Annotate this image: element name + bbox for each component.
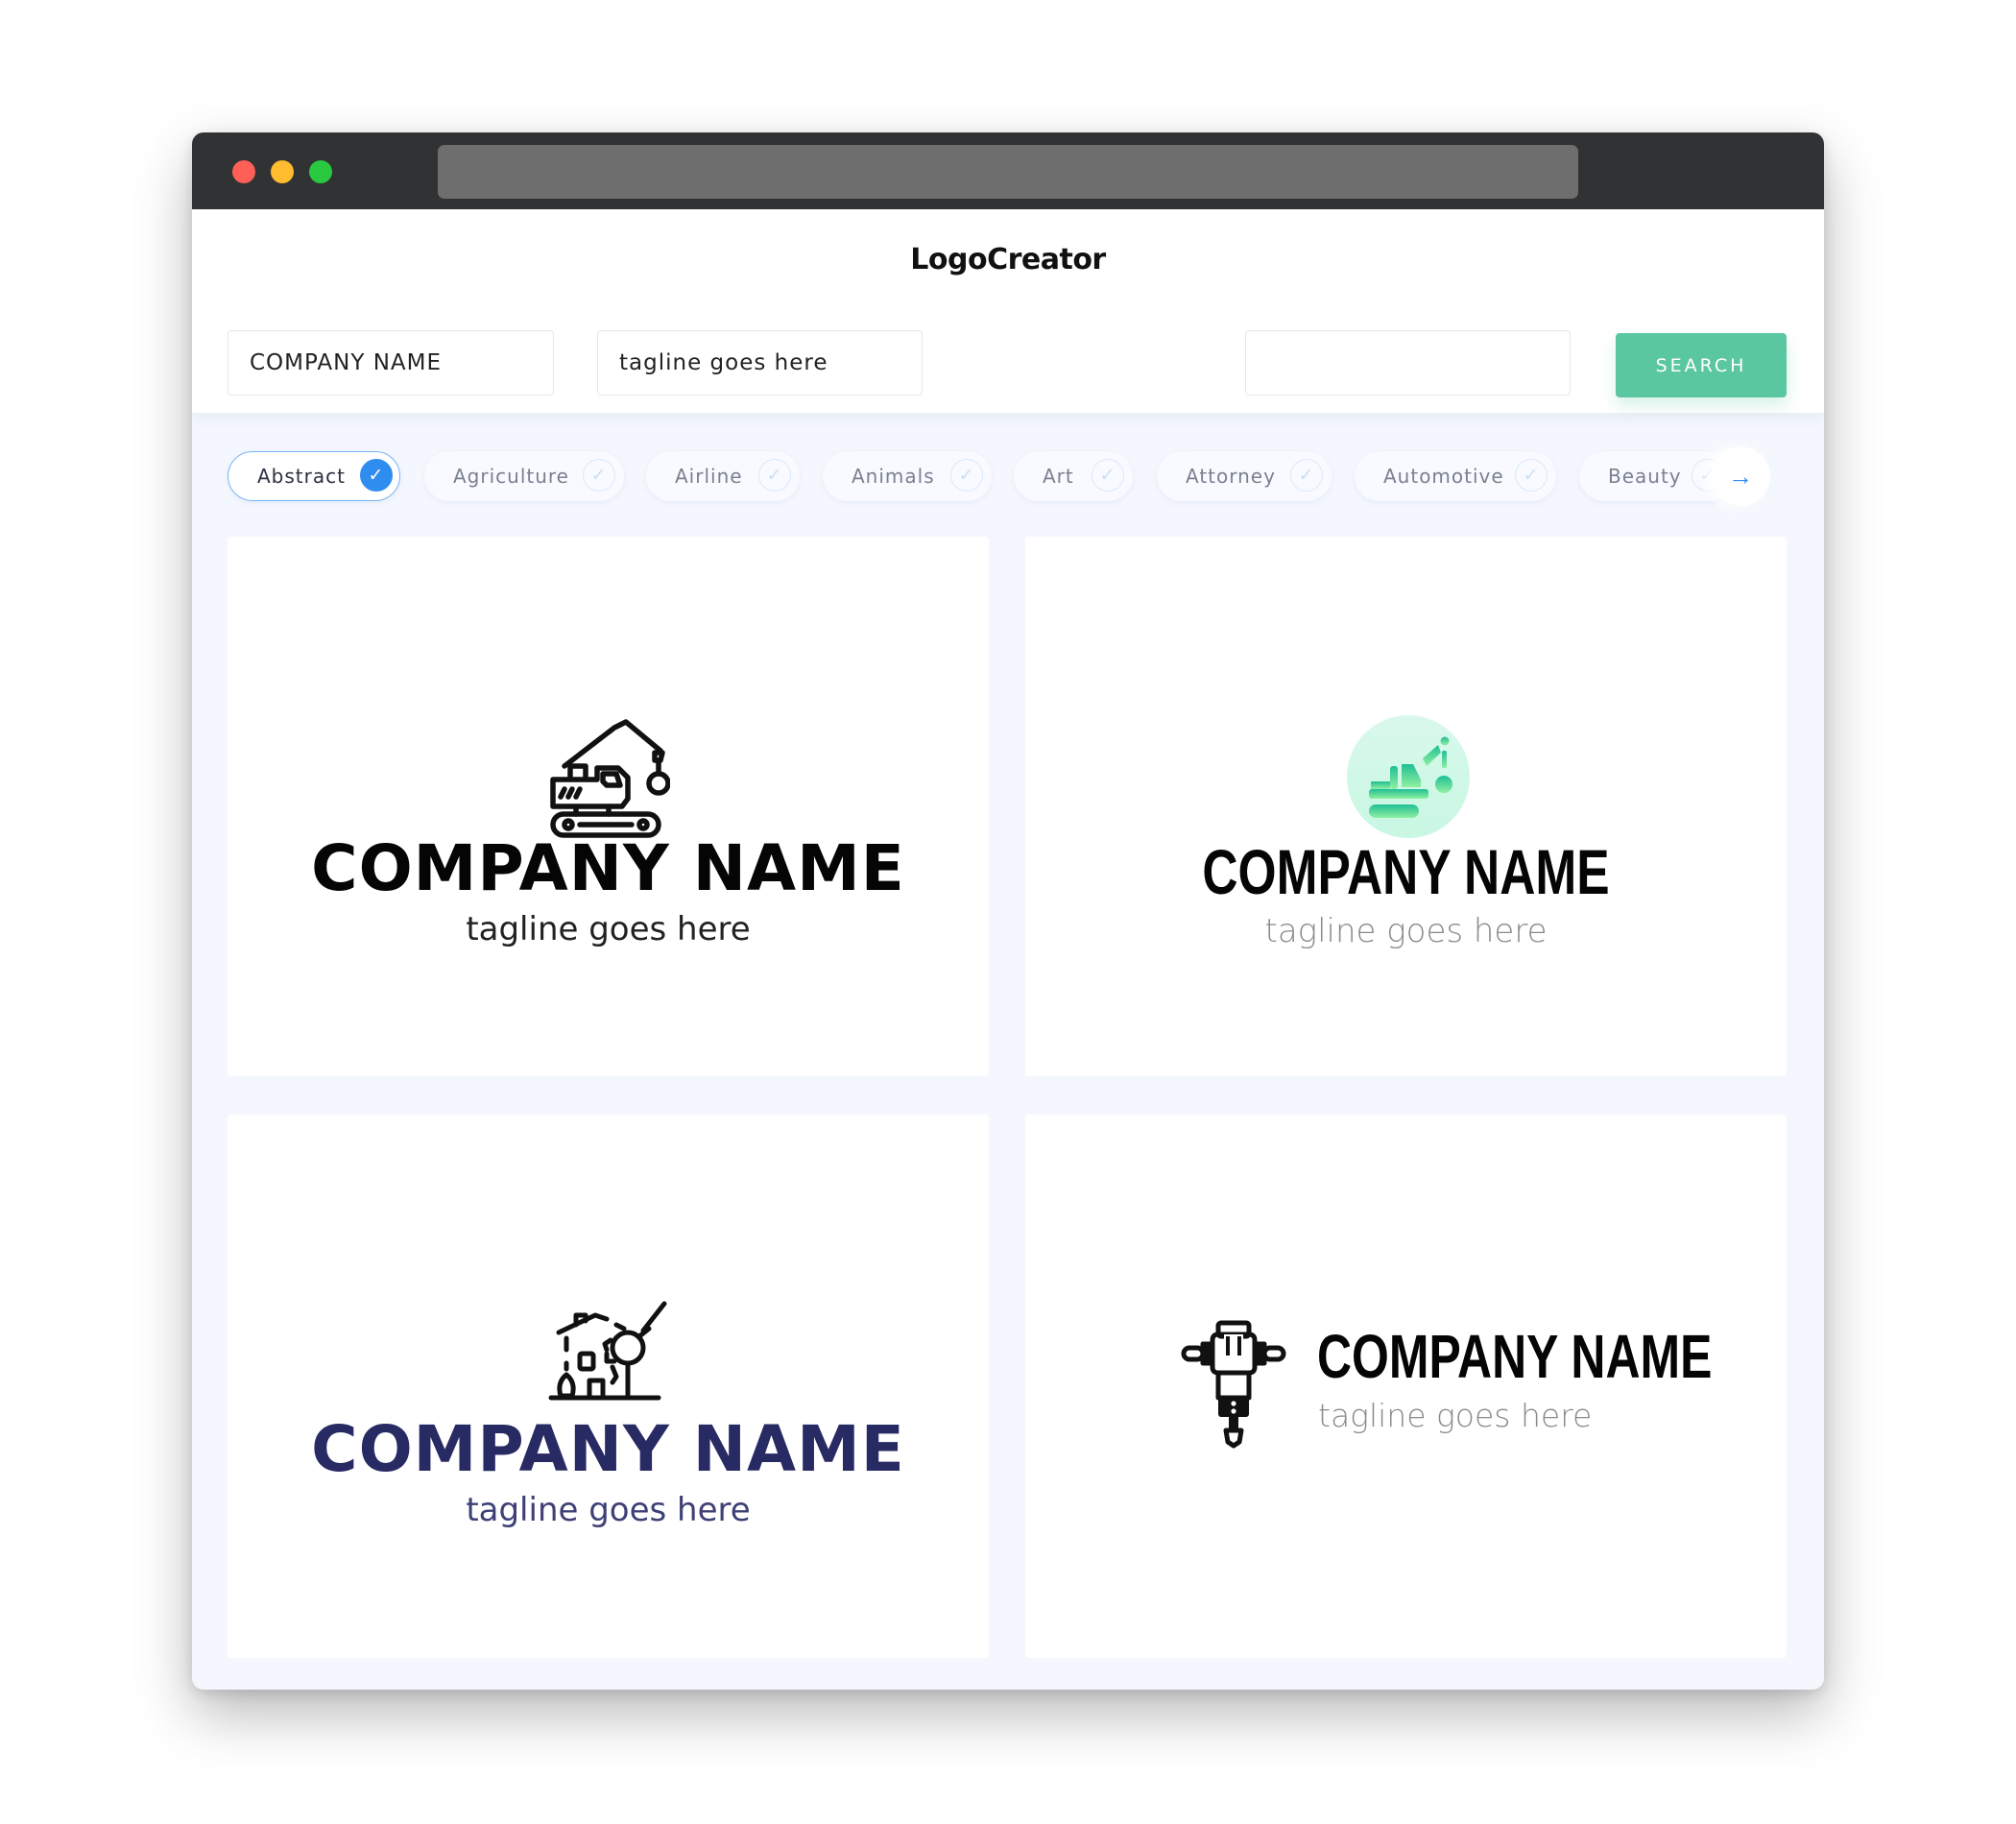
logo-tagline: tagline goes here xyxy=(466,1491,751,1529)
logo-company-name: COMPANY NAME xyxy=(311,831,905,905)
logo-card[interactable]: COMPANY NAME tagline goes here xyxy=(1025,1115,1787,1658)
category-chip-label: Abstract xyxy=(257,465,346,488)
keyword-search-input[interactable] xyxy=(1267,350,1548,375)
house-wrecking-ball-icon xyxy=(548,1301,667,1401)
check-icon: ✓ xyxy=(1290,459,1323,492)
logo-tagline: tagline goes here xyxy=(1264,912,1548,950)
category-chip-label: Animals xyxy=(852,465,935,488)
logo-company-name: COMPANY NAME xyxy=(311,1412,905,1486)
category-chip-agriculture[interactable]: Agriculture ✓ xyxy=(424,451,624,501)
category-chip-art[interactable]: Art ✓ xyxy=(1014,451,1133,501)
maximize-window-button[interactable] xyxy=(309,160,332,183)
category-chip-abstract[interactable]: Abstract ✓ xyxy=(228,451,400,501)
wrecking-crane-gradient-circle-icon xyxy=(1347,715,1470,838)
category-chip-label: Art xyxy=(1043,465,1074,488)
next-categories-button[interactable]: → xyxy=(1711,446,1770,506)
logo-card[interactable]: COMPANY NAME tagline goes here xyxy=(228,537,989,1076)
logo-company-name: COMPANY NAME xyxy=(1317,1322,1713,1391)
company-name-field[interactable] xyxy=(228,330,554,396)
category-chip-label: Automotive xyxy=(1383,465,1504,488)
logo-form: SEARCH xyxy=(192,309,1824,413)
category-chip-animals[interactable]: Animals ✓ xyxy=(823,451,992,501)
logo-tagline: tagline goes here xyxy=(1318,1397,1593,1434)
browser-window: LogoCreator SEARCH Abstract ✓ Agricultur… xyxy=(192,132,1824,1690)
minimize-window-button[interactable] xyxy=(271,160,294,183)
jackhammer-icon xyxy=(1181,1320,1286,1449)
app-title: LogoCreator xyxy=(910,242,1106,276)
check-icon: ✓ xyxy=(1515,459,1548,492)
category-chip-beauty[interactable]: Beauty ✓ xyxy=(1579,451,1733,501)
category-chip-airline[interactable]: Airline ✓ xyxy=(646,451,800,501)
category-chip-label: Airline xyxy=(675,465,743,488)
check-icon: ✓ xyxy=(583,459,615,492)
check-icon: ✓ xyxy=(758,459,791,492)
tagline-input[interactable] xyxy=(619,350,900,375)
arrow-right-icon: → xyxy=(1728,461,1753,491)
tagline-field[interactable] xyxy=(597,330,923,396)
category-filter-bar: Abstract ✓ Agriculture ✓ Airline ✓ Anima… xyxy=(192,413,1824,514)
wrecking-crane-outline-icon xyxy=(550,719,670,838)
app-header: LogoCreator xyxy=(192,209,1824,309)
logo-company-name: COMPANY NAME xyxy=(1202,836,1610,907)
logo-card[interactable]: COMPANY NAME tagline goes here xyxy=(1025,537,1787,1076)
check-icon: ✓ xyxy=(360,459,393,492)
check-icon: ✓ xyxy=(1092,459,1124,492)
logo-tagline: tagline goes here xyxy=(466,910,751,948)
category-chip-attorney[interactable]: Attorney ✓ xyxy=(1157,451,1332,501)
category-chip-label: Agriculture xyxy=(453,465,569,488)
category-chip-label: Beauty xyxy=(1608,465,1682,488)
close-window-button[interactable] xyxy=(232,160,255,183)
search-button[interactable]: SEARCH xyxy=(1616,333,1787,397)
category-chip-automotive[interactable]: Automotive ✓ xyxy=(1355,451,1556,501)
keyword-search-field[interactable] xyxy=(1245,330,1571,396)
title-bar xyxy=(192,132,1824,209)
logo-card[interactable]: COMPANY NAME tagline goes here xyxy=(228,1115,989,1658)
category-chip-label: Attorney xyxy=(1186,465,1276,488)
company-name-input[interactable] xyxy=(250,350,532,375)
check-icon: ✓ xyxy=(950,459,983,492)
address-bar[interactable] xyxy=(438,145,1578,199)
